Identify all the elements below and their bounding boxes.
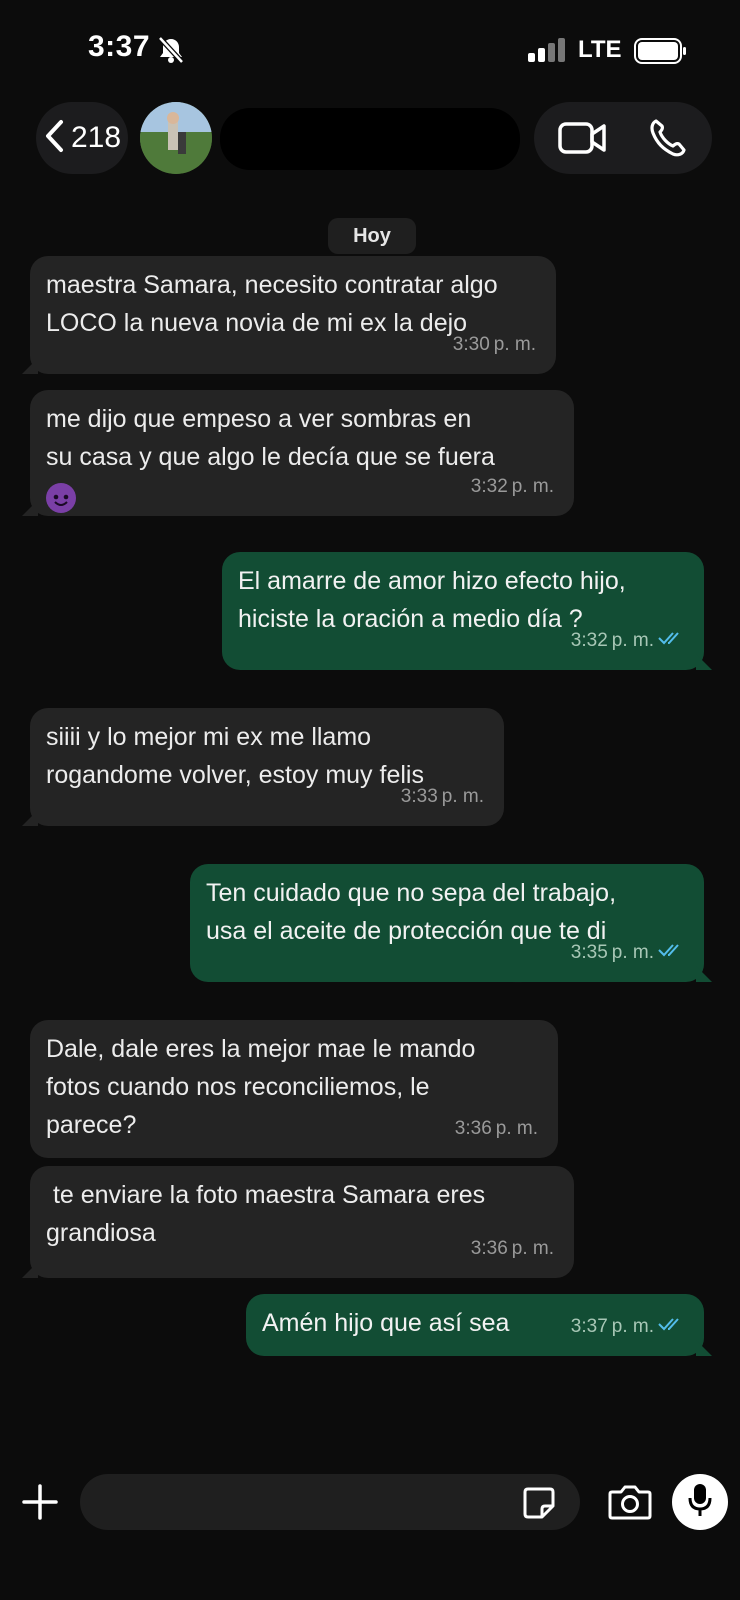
battery-icon: [634, 38, 688, 69]
double-check-read-icon: [658, 1308, 684, 1346]
double-check-read-icon: [658, 934, 684, 972]
message-timestamp: 3:36 p. m.: [454, 1118, 538, 1139]
status-time: 3:37: [88, 30, 151, 63]
double-check-read-icon: [658, 622, 684, 660]
message-input[interactable]: [80, 1474, 580, 1530]
bubble-tail: [696, 966, 712, 982]
message-input-bar: [0, 1460, 740, 1560]
message-bubble-incoming[interactable]: maestra Samara, necesito contratar algo …: [22, 256, 556, 374]
contact-avatar[interactable]: [140, 102, 212, 174]
message-text-line: fotos cuando nos reconciliemos, le: [46, 1073, 430, 1101]
message-timestamp: 3:32 p. m.: [470, 476, 554, 497]
chat-header: 218: [0, 100, 740, 190]
status-bar: 3:37 LTE: [0, 0, 740, 100]
message-bubble-outgoing[interactable]: Ten cuidado que no sepa del trabajo, usa…: [190, 864, 712, 982]
message-timestamp: 3:36 p. m.: [470, 1238, 554, 1259]
bubble-tail: [22, 500, 38, 516]
message-bubble-incoming[interactable]: Dale, dale eres la mejor mae le mando fo…: [30, 1020, 558, 1158]
video-call-icon[interactable]: [558, 120, 606, 161]
bubble-tail: [696, 654, 712, 670]
sticker-icon[interactable]: [522, 1486, 556, 1525]
chevron-left-icon: [43, 119, 65, 158]
message-text-line: maestra Samara, necesito contratar algo: [46, 271, 498, 299]
bubble-tail: [22, 810, 38, 826]
bubble-tail: [696, 1340, 712, 1356]
bubble-tail: [22, 1262, 38, 1278]
call-actions: [534, 102, 712, 174]
message-bubble-incoming[interactable]: siiii y lo mejor mi ex me llamo rogandom…: [22, 708, 504, 826]
signal-strength-icon: [528, 38, 568, 67]
carrier-label: LTE: [578, 36, 622, 63]
message-bubble-incoming[interactable]: te enviare la foto maestra Samara eres g…: [22, 1166, 574, 1278]
silent-bell-icon: [158, 36, 184, 69]
message-text-line: me dijo que empeso a ver sombras en: [46, 405, 472, 433]
contact-name-redacted[interactable]: [220, 108, 520, 170]
bubble-tail: [22, 358, 38, 374]
message-bubble-outgoing[interactable]: Amén hijo que así sea 3:37 p. m.: [246, 1294, 712, 1356]
plus-attach-icon[interactable]: [20, 1482, 60, 1527]
microphone-button[interactable]: [672, 1474, 728, 1530]
camera-icon[interactable]: [608, 1484, 652, 1525]
message-text-line: Dale, dale eres la mejor mae le mando: [46, 1035, 476, 1063]
message-timestamp: 3:30 p. m.: [452, 334, 536, 355]
message-text-line: Ten cuidado que no sepa del trabajo,: [206, 879, 617, 907]
message-timestamp: 3:37 p. m.: [571, 1308, 684, 1346]
message-timestamp: 3:35 p. m.: [571, 934, 684, 972]
message-timestamp: 3:33 p. m.: [400, 786, 484, 807]
message-text-line: El amarre de amor hizo efecto hijo,: [238, 567, 626, 595]
message-timestamp: 3:32 p. m.: [571, 622, 684, 660]
date-separator: Hoy: [328, 218, 416, 254]
message-bubble-incoming[interactable]: me dijo que empeso a ver sombras en su c…: [22, 390, 574, 516]
voice-call-icon[interactable]: [648, 118, 686, 163]
message-text-line: siiii y lo mejor mi ex me llamo: [46, 723, 372, 751]
back-button[interactable]: 218: [36, 102, 128, 174]
unread-count: 218: [70, 121, 122, 154]
microphone-icon: [687, 1482, 713, 1523]
message-bubble-outgoing[interactable]: El amarre de amor hizo efecto hijo, hici…: [222, 552, 712, 670]
message-text-line: te enviare la foto maestra Samara eres: [46, 1181, 486, 1209]
